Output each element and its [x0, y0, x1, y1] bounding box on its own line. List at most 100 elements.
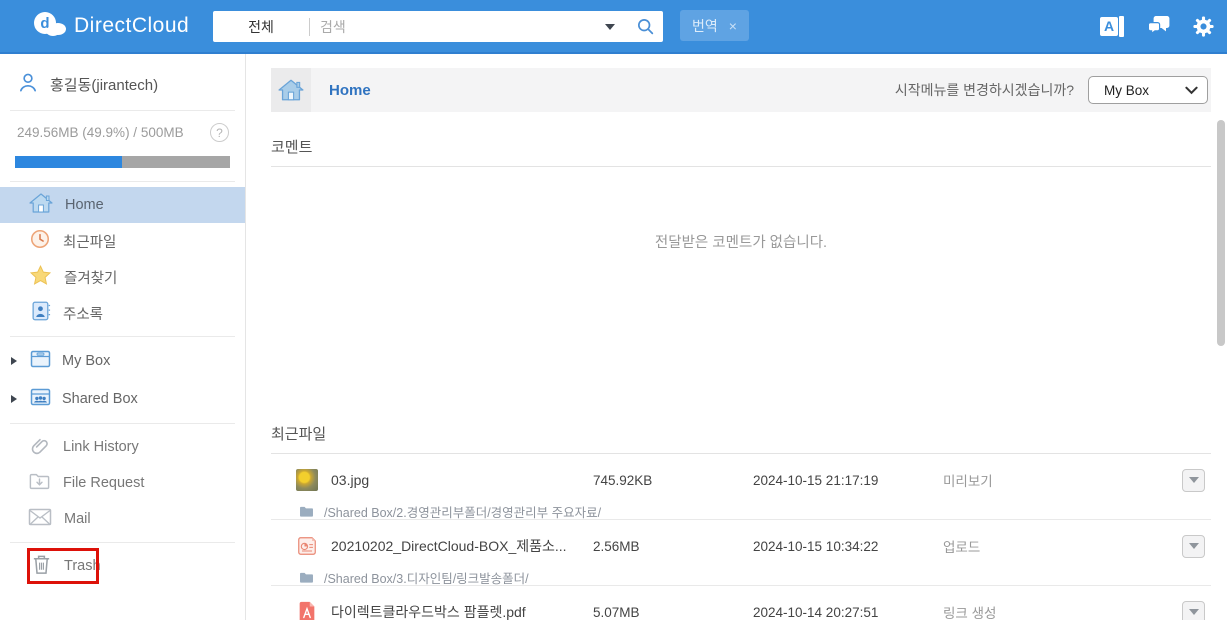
- sidebar-item-label: Trash: [64, 558, 101, 574]
- cloud-logo-icon: d: [32, 11, 66, 42]
- trash-icon: [31, 553, 52, 580]
- file-action: 미리보기: [943, 470, 1063, 490]
- table-row: 03.jpg 745.92KB 2024-10-15 21:17:19 미리보기…: [271, 454, 1211, 520]
- sidebar-item-link-history[interactable]: Link History: [0, 429, 245, 465]
- file-name[interactable]: 20210202_DirectCloud-BOX_제품소...: [331, 536, 593, 556]
- comments-empty-message: 전달받은 코멘트가 없습니다.: [271, 167, 1211, 399]
- sidebar-item-my-box[interactable]: My Box: [0, 342, 245, 380]
- sidebar-item-recent-files[interactable]: 최근파일: [0, 223, 245, 259]
- paperclip-icon: [28, 434, 51, 461]
- mail-icon: [28, 506, 52, 532]
- directcloud-app: d DirectCloud 전체 번역 ×: [0, 0, 1227, 620]
- main-content: 코멘트 전달받은 코멘트가 없습니다. 최근파일 03.jpg 745.92KB…: [271, 136, 1211, 620]
- vertical-scrollbar[interactable]: [1217, 120, 1225, 346]
- sidebar-item-label: Shared Box: [62, 391, 138, 407]
- breadcrumb[interactable]: Home: [329, 82, 371, 99]
- sidebar-item-trash[interactable]: Trash: [0, 547, 245, 585]
- storage-progress-fill: [15, 156, 122, 168]
- presentation-file-icon: [296, 535, 318, 557]
- search-bar: 전체: [213, 11, 663, 42]
- sidebar-tools: Link History File Request: [0, 424, 245, 542]
- caret-down-icon: [1189, 609, 1199, 615]
- search-icon[interactable]: [627, 11, 663, 42]
- folder-icon: [299, 571, 314, 584]
- sidebar-boxes: My Box Shared Box: [0, 337, 245, 423]
- file-name[interactable]: 다이렉트클라우드박스 팜플렛.pdf: [331, 602, 593, 620]
- image-thumbnail-icon: [296, 469, 318, 491]
- sidebar-item-label: File Request: [63, 475, 144, 491]
- divider: [10, 542, 235, 543]
- clock-icon: [29, 228, 51, 254]
- storage-usage-text: 249.56MB (49.9%) / 500MB: [17, 125, 184, 140]
- user-icon: [17, 71, 39, 97]
- start-menu-selected-value: My Box: [1104, 83, 1149, 98]
- breadcrumb-home-icon[interactable]: [271, 68, 311, 112]
- file-date: 2024-10-14 20:27:51: [753, 605, 943, 620]
- translate-tag-close-icon[interactable]: ×: [729, 18, 737, 34]
- sidebar-item-label: My Box: [62, 353, 110, 369]
- brand-logo[interactable]: d DirectCloud: [32, 0, 189, 52]
- storage-info: 249.56MB (49.9%) / 500MB ?: [0, 111, 245, 144]
- sidebar-item-address-book[interactable]: 주소록: [0, 295, 245, 331]
- topbar-icons: A: [1100, 0, 1215, 52]
- sidebar-item-file-request[interactable]: File Request: [0, 465, 245, 501]
- star-icon: [29, 264, 52, 291]
- sidebar-item-favorites[interactable]: 즐겨찾기: [0, 259, 245, 295]
- user-profile[interactable]: 홍길동(jirantech): [0, 54, 245, 110]
- file-path[interactable]: /Shared Box/2.경영관리부폴더/경영관리부 주요자료/: [324, 502, 601, 521]
- sidebar-item-label: Home: [65, 197, 104, 213]
- file-size: 745.92KB: [593, 473, 753, 488]
- table-row: 다이렉트클라우드박스 팜플렛.pdf 5.07MB 2024-10-14 20:…: [271, 586, 1211, 620]
- sidebar-item-label: Mail: [64, 511, 91, 527]
- sidebar-item-mail[interactable]: Mail: [0, 501, 245, 537]
- sidebar-item-label: Link History: [63, 439, 139, 455]
- translate-filter-tag[interactable]: 번역 ×: [680, 10, 749, 41]
- user-name: 홍길동(jirantech): [50, 74, 158, 95]
- sidebar: 홍길동(jirantech) 249.56MB (49.9%) / 500MB …: [0, 54, 246, 620]
- sidebar-item-home[interactable]: Home: [0, 187, 245, 223]
- chevron-down-icon: [1185, 83, 1198, 98]
- folder-icon: [299, 505, 314, 518]
- sidebar-item-label: 즐겨찾기: [64, 267, 117, 288]
- row-actions-dropdown-button[interactable]: [1182, 469, 1205, 492]
- chat-icon[interactable]: [1147, 15, 1171, 37]
- sidebar-item-label: 주소록: [63, 303, 103, 324]
- caret-down-icon: [1189, 543, 1199, 549]
- recent-files-section-title: 최근파일: [271, 423, 1211, 444]
- row-actions-dropdown-button[interactable]: [1182, 601, 1205, 620]
- home-icon: [29, 192, 53, 218]
- trash-section: Trash: [0, 547, 245, 585]
- settings-gear-icon[interactable]: [1192, 15, 1215, 38]
- file-size: 5.07MB: [593, 605, 753, 620]
- folder-download-icon: [28, 470, 51, 497]
- file-path[interactable]: /Shared Box/3.디자인팀/링크발송폴더/: [324, 568, 529, 587]
- row-actions-dropdown-button[interactable]: [1182, 535, 1205, 558]
- topbar: d DirectCloud 전체 번역 ×: [0, 0, 1227, 54]
- start-menu-select[interactable]: My Box: [1088, 76, 1208, 104]
- start-menu-prompt: 시작메뉴를 변경하시겠습니까?: [895, 80, 1074, 100]
- file-action: 업로드: [943, 536, 1063, 556]
- help-icon[interactable]: ?: [210, 123, 229, 142]
- translate-tag-label: 번역: [692, 16, 718, 36]
- my-box-icon: [28, 347, 53, 375]
- file-name[interactable]: 03.jpg: [331, 472, 593, 488]
- file-date: 2024-10-15 21:17:19: [753, 473, 943, 488]
- sidebar-item-shared-box[interactable]: Shared Box: [0, 380, 245, 418]
- search-scope-selector[interactable]: 전체: [213, 17, 309, 37]
- file-action: 링크 생성: [943, 602, 1063, 620]
- comments-section-title: 코멘트: [271, 136, 1211, 157]
- search-input[interactable]: [310, 19, 601, 35]
- expand-caret-icon[interactable]: [11, 395, 17, 403]
- brand-name: DirectCloud: [74, 14, 189, 38]
- expand-caret-icon[interactable]: [11, 357, 17, 365]
- start-menu-setting: 시작메뉴를 변경하시겠습니까? My Box: [895, 76, 1211, 104]
- address-book-icon: [29, 300, 51, 326]
- sidebar-main-menu: Home 최근파일 즐겨찾기: [0, 182, 245, 336]
- pdf-file-icon: [296, 601, 318, 620]
- file-date: 2024-10-15 10:34:22: [753, 539, 943, 554]
- file-size: 2.56MB: [593, 539, 753, 554]
- sidebar-item-label: 최근파일: [63, 231, 116, 252]
- breadcrumb-bar: Home 시작메뉴를 변경하시겠습니까? My Box: [271, 68, 1211, 112]
- search-scope-caret-icon[interactable]: [605, 24, 615, 30]
- admin-app-icon[interactable]: A: [1100, 16, 1126, 37]
